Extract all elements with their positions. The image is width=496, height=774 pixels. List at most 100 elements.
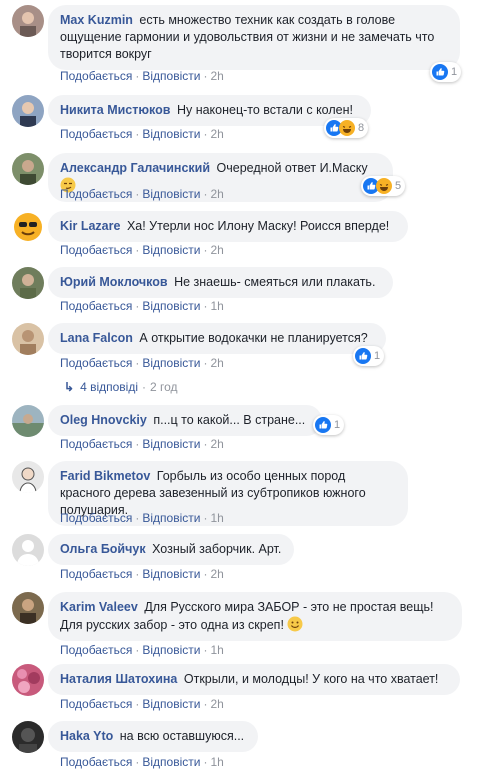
comment-time[interactable]: 2h	[210, 127, 223, 141]
comment-bubble: Наталия Шатохина Открыли, и молодцы! У к…	[48, 664, 460, 695]
comment-author[interactable]: Никита Мистюков	[60, 103, 170, 117]
comment-time[interactable]: 1h	[210, 643, 223, 657]
comment-actions: Подобається · Відповісти · 2h	[60, 127, 224, 141]
comment-bubble: Karim Valeev Для Русского мира ЗАБОР - э…	[48, 592, 462, 641]
like-link[interactable]: Подобається	[60, 127, 132, 141]
reaction-count[interactable]: 5	[361, 176, 406, 196]
comment-author[interactable]: Юрий Моклочков	[60, 275, 168, 289]
comment-author[interactable]: Александр Галачинский	[60, 161, 210, 175]
reply-link[interactable]: Відповісти	[142, 243, 200, 257]
comment-author[interactable]: Oleg Hnovckiy	[60, 413, 147, 427]
comment-actions: Подобається · Відповісти · 1h	[60, 299, 224, 313]
avatar[interactable]	[12, 323, 44, 355]
comment-author[interactable]: Ольга Бойчук	[60, 542, 146, 556]
reaction-count[interactable]: 8	[324, 118, 369, 138]
avatar[interactable]	[12, 5, 44, 37]
reply-link[interactable]: Відповісти	[142, 697, 200, 711]
comment-author[interactable]: Haka Yto	[60, 729, 113, 743]
reply-link[interactable]: Відповісти	[142, 755, 200, 769]
like-link[interactable]: Подобається	[60, 755, 132, 769]
reply-link[interactable]: Відповісти	[142, 127, 200, 141]
comment-time[interactable]: 2h	[210, 697, 223, 711]
avatar[interactable]	[12, 405, 44, 437]
comment-author[interactable]: Karim Valeev	[60, 600, 138, 614]
reaction-number: 5	[395, 180, 402, 192]
reaction-count[interactable]: 1	[353, 346, 385, 366]
reply-arrow-icon: ↳	[64, 380, 75, 394]
comment-text: п...ц то какой... В стране...	[153, 413, 306, 427]
replies-time: 2 год	[150, 380, 178, 394]
reaction-number: 1	[334, 419, 341, 431]
comment-text: на всю оставшуюся...	[119, 729, 245, 743]
view-replies-link[interactable]: ↳ 4 відповіді · 2 год	[64, 380, 178, 394]
comment-bubble: Юрий Моклочков Не знаешь- смеяться или п…	[48, 267, 393, 298]
reply-link[interactable]: Відповісти	[142, 643, 200, 657]
comment-bubble: Lana Falcon А открытие водокачки не план…	[48, 323, 386, 354]
reply-link[interactable]: Відповісти	[142, 299, 200, 313]
comment-author[interactable]: Kir Lazare	[60, 219, 120, 233]
comment-time[interactable]: 2h	[210, 567, 223, 581]
comment-actions: Подобається · Відповісти · 1h	[60, 755, 224, 769]
like-link[interactable]: Подобається	[60, 187, 132, 201]
comment-time[interactable]: 1h	[210, 511, 223, 525]
comment-time[interactable]: 2h	[210, 187, 223, 201]
reply-link[interactable]: Відповісти	[142, 437, 200, 451]
avatar[interactable]	[12, 664, 44, 696]
comment-text: Ха! Утерли нос Илону Маску! Роисся вперд…	[126, 219, 390, 233]
comment-time[interactable]: 1h	[210, 299, 223, 313]
like-reaction-icon	[315, 417, 331, 433]
reply-link[interactable]: Відповісти	[142, 187, 200, 201]
avatar[interactable]	[12, 592, 44, 624]
reply-link[interactable]: Відповісти	[142, 69, 200, 83]
comment-author[interactable]: Наталия Шатохина	[60, 672, 177, 686]
reaction-count[interactable]: 1	[313, 415, 345, 435]
avatar[interactable]	[12, 721, 44, 753]
comment-bubble: Max Kuzmin есть множество техник как соз…	[48, 5, 460, 70]
comment-time[interactable]: 2h	[210, 356, 223, 370]
comment-bubble: Haka Yto на всю оставшуюся...	[48, 721, 258, 752]
comment-time[interactable]: 1h	[210, 755, 223, 769]
comment-text: Очередной ответ И.Маску	[216, 161, 368, 175]
comment-text: Открыли, и молодцы! У кого на что хватае…	[183, 672, 439, 686]
like-link[interactable]: Подобається	[60, 437, 132, 451]
reply-link[interactable]: Відповісти	[142, 356, 200, 370]
comment-time[interactable]: 2h	[210, 69, 223, 83]
avatar[interactable]	[12, 461, 44, 493]
comment-time[interactable]: 2h	[210, 243, 223, 257]
comment-actions: Подобається · Відповісти · 1h	[60, 511, 224, 525]
reply-link[interactable]: Відповісти	[142, 567, 200, 581]
like-link[interactable]: Подобається	[60, 243, 132, 257]
comment-bubble: Kir Lazare Ха! Утерли нос Илону Маску! Р…	[48, 211, 408, 242]
comment-author[interactable]: Farid Bikmetov	[60, 469, 150, 483]
avatar[interactable]	[12, 211, 44, 243]
comment-time[interactable]: 2h	[210, 437, 223, 451]
like-link[interactable]: Подобається	[60, 697, 132, 711]
comment-actions: Подобається · Відповісти · 1h	[60, 643, 224, 657]
like-reaction-icon	[432, 64, 448, 80]
reply-link[interactable]: Відповісти	[142, 511, 200, 525]
avatar[interactable]	[12, 95, 44, 127]
comment-actions: Подобається · Відповісти · 2h	[60, 697, 224, 711]
like-link[interactable]: Подобається	[60, 567, 132, 581]
comment-author[interactable]: Max Kuzmin	[60, 13, 133, 27]
avatar[interactable]	[12, 534, 44, 566]
comment-actions: Подобається · Відповісти · 2h	[60, 243, 224, 257]
comment-bubble: Ольга Бойчук Хозный заборчик. Арт.	[48, 534, 294, 565]
reaction-count[interactable]: 1	[430, 62, 462, 82]
comment-text: Ну наконец-то встали с колен!	[176, 103, 353, 117]
like-reaction-icon	[355, 348, 371, 364]
comment-text: Не знаешь- смеяться или плакать.	[174, 275, 376, 289]
comment-bubble: Oleg Hnovckiy п...ц то какой... В стране…	[48, 405, 322, 436]
avatar[interactable]	[12, 267, 44, 299]
replies-count[interactable]: 4 відповіді	[80, 380, 138, 394]
comment-actions: Подобається · Відповісти · 2h	[60, 567, 224, 581]
comment-actions: Подобається · Відповісти · 2h	[60, 187, 224, 201]
like-link[interactable]: Подобається	[60, 643, 132, 657]
like-link[interactable]: Подобається	[60, 69, 132, 83]
haha-reaction-icon	[376, 178, 392, 194]
avatar[interactable]	[12, 153, 44, 185]
like-link[interactable]: Подобається	[60, 511, 132, 525]
like-link[interactable]: Подобається	[60, 356, 132, 370]
comment-author[interactable]: Lana Falcon	[60, 331, 133, 345]
like-link[interactable]: Подобається	[60, 299, 132, 313]
